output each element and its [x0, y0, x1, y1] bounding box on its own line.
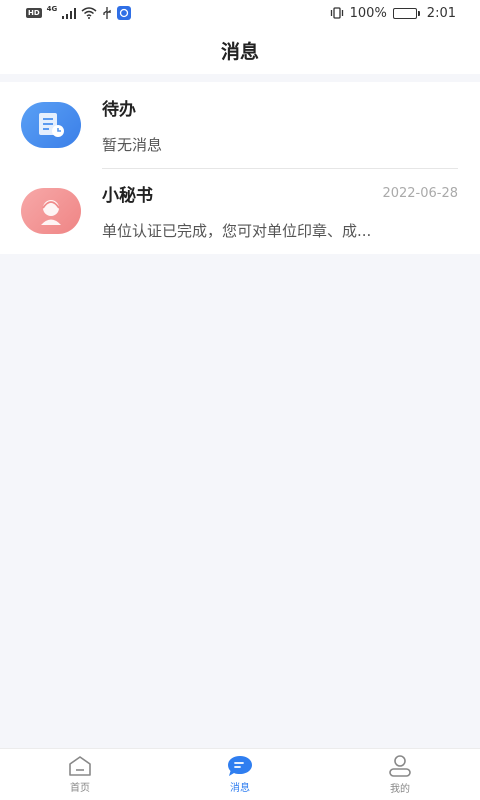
message-title: 小秘书: [102, 186, 153, 206]
vibrate-icon: [330, 7, 343, 19]
page-header: 消息: [0, 26, 480, 74]
message-item-assistant[interactable]: 小秘书 2022-06-28 单位认证已完成，您可对单位印章、成...: [0, 168, 480, 254]
message-body: 待办 暂无消息: [102, 95, 480, 155]
tab-label: 首页: [70, 783, 90, 794]
tab-label: 消息: [230, 783, 250, 794]
tab-home[interactable]: 首页: [0, 749, 160, 800]
message-date: 2022-06-28: [382, 186, 458, 201]
message-item-todo[interactable]: 待办 暂无消息: [0, 82, 480, 168]
page-title: 消息: [220, 40, 259, 63]
message-body: 小秘书 2022-06-28 单位认证已完成，您可对单位印章、成...: [102, 181, 480, 241]
assistant-avatar-icon: [21, 188, 81, 234]
hd-badge: HD: [26, 8, 42, 18]
message-list: 待办 暂无消息 小秘书 2022-06-28 单位认证已完成，您可对单位印章、成…: [0, 82, 480, 254]
status-bar-left: HD 4G: [26, 5, 132, 20]
tab-profile[interactable]: 我的: [320, 749, 480, 800]
todo-icon: [21, 102, 81, 148]
network-type: 4G: [46, 5, 58, 13]
status-bar: HD 4G 100% 2:01: [0, 0, 480, 26]
message-title: 待办: [102, 100, 136, 120]
app-notification-icon: [117, 6, 132, 20]
battery-icon: [392, 7, 420, 19]
tab-label: 我的: [390, 784, 410, 795]
message-icon: [228, 756, 252, 776]
tab-messages[interactable]: 消息: [160, 749, 320, 800]
status-bar-right: 100% 2:01: [330, 6, 456, 21]
battery-percent: 100%: [349, 5, 387, 21]
signal-icon: [62, 7, 77, 19]
bottom-tab-bar: 首页 消息 我的: [0, 748, 480, 800]
wifi-icon: [81, 7, 97, 19]
home-icon: [69, 756, 91, 776]
message-preview: 单位认证已完成，您可对单位印章、成...: [102, 222, 372, 240]
clock: 2:01: [426, 5, 456, 21]
usb-icon: [103, 7, 111, 19]
message-preview: 暂无消息: [102, 136, 163, 154]
profile-icon: [389, 755, 411, 777]
